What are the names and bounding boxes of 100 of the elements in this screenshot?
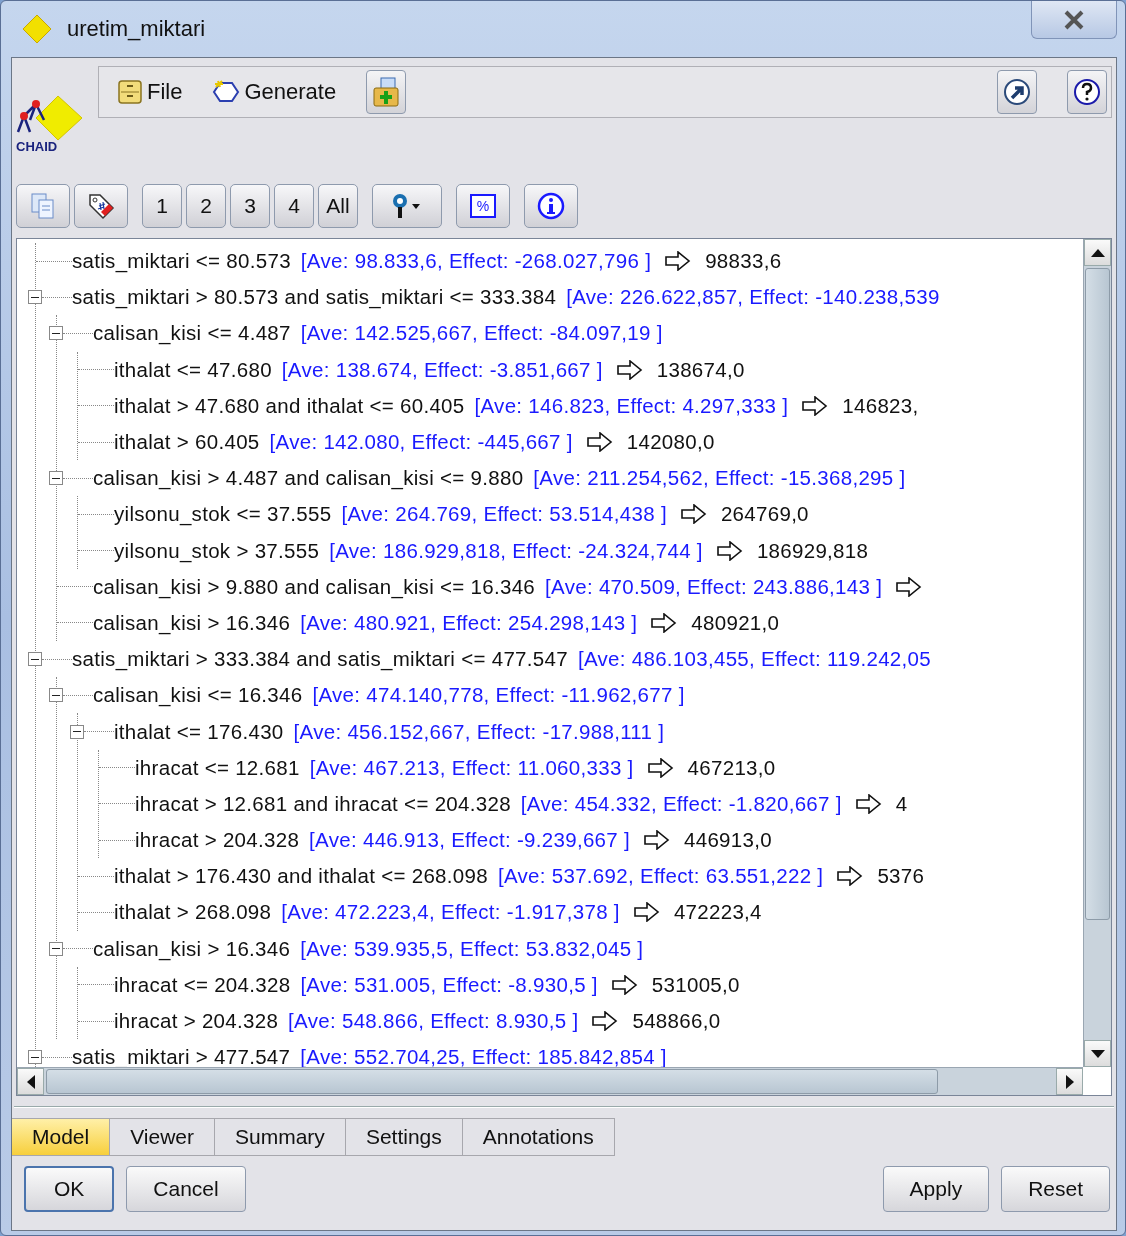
tab[interactable]: Viewer <box>110 1118 215 1156</box>
level-button[interactable]: 4 <box>274 184 314 228</box>
level-button[interactable]: 2 <box>186 184 226 228</box>
split-condition[interactable]: ihracat > 204.328 <box>114 1009 279 1034</box>
percent-button[interactable]: % <box>456 184 510 228</box>
node-statistics: [Ave: 142.525,667, Effect: -84.097,19 ] <box>300 321 663 346</box>
node-statistics: [Ave: 142.080, Effect: -445,667 ] <box>269 430 573 455</box>
scroll-up-icon <box>1090 248 1105 257</box>
collapse-toggle[interactable] <box>49 941 63 956</box>
scroll-left-icon <box>26 1074 35 1089</box>
split-condition[interactable]: satis_miktari <= 80.573 <box>72 249 291 274</box>
node-statistics: [Ave: 446.913, Effect: -9.239,667 ] <box>309 828 630 853</box>
node-statistics: [Ave: 98.833,6, Effect: -268.027,796 ] <box>300 249 652 274</box>
info-button[interactable] <box>524 184 578 228</box>
dialog-button[interactable]: OK <box>24 1166 115 1212</box>
help-icon <box>1072 77 1102 107</box>
tab[interactable]: Model <box>12 1118 111 1156</box>
menu-item[interactable]: Generate <box>212 79 337 105</box>
split-condition[interactable]: ihracat > 12.681 and ihracat <= 204.328 <box>135 791 511 816</box>
split-condition[interactable]: calisan_kisi > 9.880 and calisan_kisi <= 16.346 <box>93 574 536 599</box>
node-statistics: [Ave: 456.152,667, Effect: -17.988,111 ] <box>293 719 665 744</box>
level-button[interactable]: 1 <box>142 184 182 228</box>
split-condition[interactable]: ithalat > 60.405 <box>114 430 260 455</box>
collapse-toggle[interactable] <box>49 688 63 703</box>
predicted-value: 4 <box>895 791 908 816</box>
split-condition[interactable]: calisan_kisi > 4.487 and calisan_kisi <= 9.880 <box>93 466 524 491</box>
horizontal-scrollbar[interactable] <box>17 1067 1083 1095</box>
dialog-button[interactable]: Apply <box>882 1166 990 1212</box>
split-condition[interactable]: satis_miktari > 333.384 and satis_miktari <= 477.547 <box>72 647 568 672</box>
collapse-toggle[interactable] <box>28 1050 42 1065</box>
node-statistics: [Ave: 226.622,857, Effect: -140.238,539 <box>566 285 940 310</box>
vertical-scrollbar[interactable] <box>1083 239 1111 1067</box>
split-condition[interactable]: satis_miktari > 477.547 <box>72 1045 291 1067</box>
diamond-icon <box>21 13 53 45</box>
cabinet-icon <box>117 79 143 105</box>
split-condition[interactable]: satis_miktari > 80.573 and satis_miktari <= 333.384 <box>72 285 557 310</box>
collapse-toggle[interactable] <box>28 290 42 305</box>
node-statistics: [Ave: 467.213, Effect: 11.060,333 ] <box>309 755 634 780</box>
tab[interactable]: Annotations <box>462 1118 615 1156</box>
add-to-stream-button[interactable] <box>366 70 407 114</box>
predicted-value: 548866,0 <box>632 1009 721 1034</box>
split-condition[interactable]: calisan_kisi > 16.346 <box>93 610 291 635</box>
collapse-toggle[interactable] <box>70 724 84 739</box>
node-statistics: [Ave: 186.929,818, Effect: -24.324,744 ] <box>329 538 703 563</box>
node-statistics: [Ave: 474.140,778, Effect: -11.962,677 ] <box>312 683 685 708</box>
copy-icon <box>30 192 56 220</box>
help-button[interactable] <box>1067 70 1107 114</box>
predicted-value: 142080,0 <box>626 430 715 455</box>
close-icon <box>1063 9 1085 30</box>
predicted-value: 264769,0 <box>720 502 809 527</box>
logo-label: CHAID <box>16 139 58 154</box>
scroll-down-icon <box>1090 1049 1105 1058</box>
node-statistics: [Ave: 470.509, Effect: 243.886,143 ] <box>545 574 883 599</box>
split-condition[interactable]: yilsonu_stok > 37.555 <box>114 538 320 563</box>
dialog-button[interactable]: Cancel <box>126 1166 246 1212</box>
node-statistics: [Ave: 539.935,5, Effect: 53.832,045 ] <box>300 936 644 961</box>
node-statistics: [Ave: 486.103,455, Effect: 119.242,05 <box>577 647 931 672</box>
info-icon <box>536 191 566 221</box>
node-statistics: [Ave: 531.005, Effect: -8.930,5 ] <box>300 972 598 997</box>
split-condition[interactable]: calisan_kisi > 16.346 <box>93 936 291 961</box>
split-condition[interactable]: ithalat > 47.680 and ithalat <= 60.405 <box>114 393 465 418</box>
hexagon-icon <box>212 79 241 105</box>
split-condition[interactable]: ihracat > 204.328 <box>135 828 300 853</box>
predicted-value: 146823, <box>842 393 919 418</box>
close-button[interactable] <box>1031 1 1117 39</box>
split-condition[interactable]: calisan_kisi <= 16.346 <box>93 683 303 708</box>
node-statistics: [Ave: 548.866, Effect: 8.930,5 ] <box>288 1009 579 1034</box>
level-button[interactable]: 3 <box>230 184 270 228</box>
tag-icon <box>87 192 115 220</box>
predicted-value: 446913,0 <box>684 828 772 853</box>
node-statistics: [Ave: 138.674, Effect: -3.851,667 ] <box>281 357 603 382</box>
predicted-value: 531005,0 <box>651 972 740 997</box>
dialog-button[interactable]: Reset <box>1001 1166 1110 1212</box>
collapse-toggle[interactable] <box>49 326 63 341</box>
menu-item[interactable]: File <box>117 79 183 105</box>
predicted-value: 138674,0 <box>656 357 745 382</box>
split-condition[interactable]: ihracat <= 12.681 <box>135 755 300 780</box>
collapse-toggle[interactable] <box>49 471 63 486</box>
predicted-value: 472223,4 <box>673 900 762 925</box>
scroll-right-icon <box>1065 1074 1074 1089</box>
tag-button[interactable] <box>74 184 128 228</box>
split-condition[interactable]: yilsonu_stok <= 37.555 <box>114 502 332 527</box>
node-statistics: [Ave: 472.223,4, Effect: -1.917,378 ] <box>281 900 620 925</box>
pin-button[interactable] <box>372 184 442 228</box>
split-condition[interactable]: ithalat > 176.430 and ithalat <= 268.098 <box>114 864 488 889</box>
split-condition[interactable]: calisan_kisi <= 4.487 <box>93 321 291 346</box>
arrow-button[interactable] <box>997 70 1037 114</box>
split-condition[interactable]: ithalat > 268.098 <box>114 900 272 925</box>
tab[interactable]: Settings <box>345 1118 463 1156</box>
predicted-value: 480921,0 <box>691 610 780 635</box>
node-statistics: [Ave: 146.823, Effect: 4.297,333 ] <box>474 393 789 418</box>
tab[interactable]: Summary <box>215 1118 346 1156</box>
split-condition[interactable]: ithalat <= 47.680 <box>114 357 272 382</box>
split-condition[interactable]: ithalat <= 176.430 <box>114 719 284 744</box>
node-statistics: [Ave: 264.769, Effect: 53.514,438 ] <box>341 502 667 527</box>
collapse-toggle[interactable] <box>28 652 42 667</box>
level-button[interactable]: All <box>318 184 358 228</box>
split-condition[interactable]: ihracat <= 204.328 <box>114 972 291 997</box>
predicted-value: 98833,6 <box>705 249 782 274</box>
window-title: uretim_miktari <box>67 16 207 42</box>
